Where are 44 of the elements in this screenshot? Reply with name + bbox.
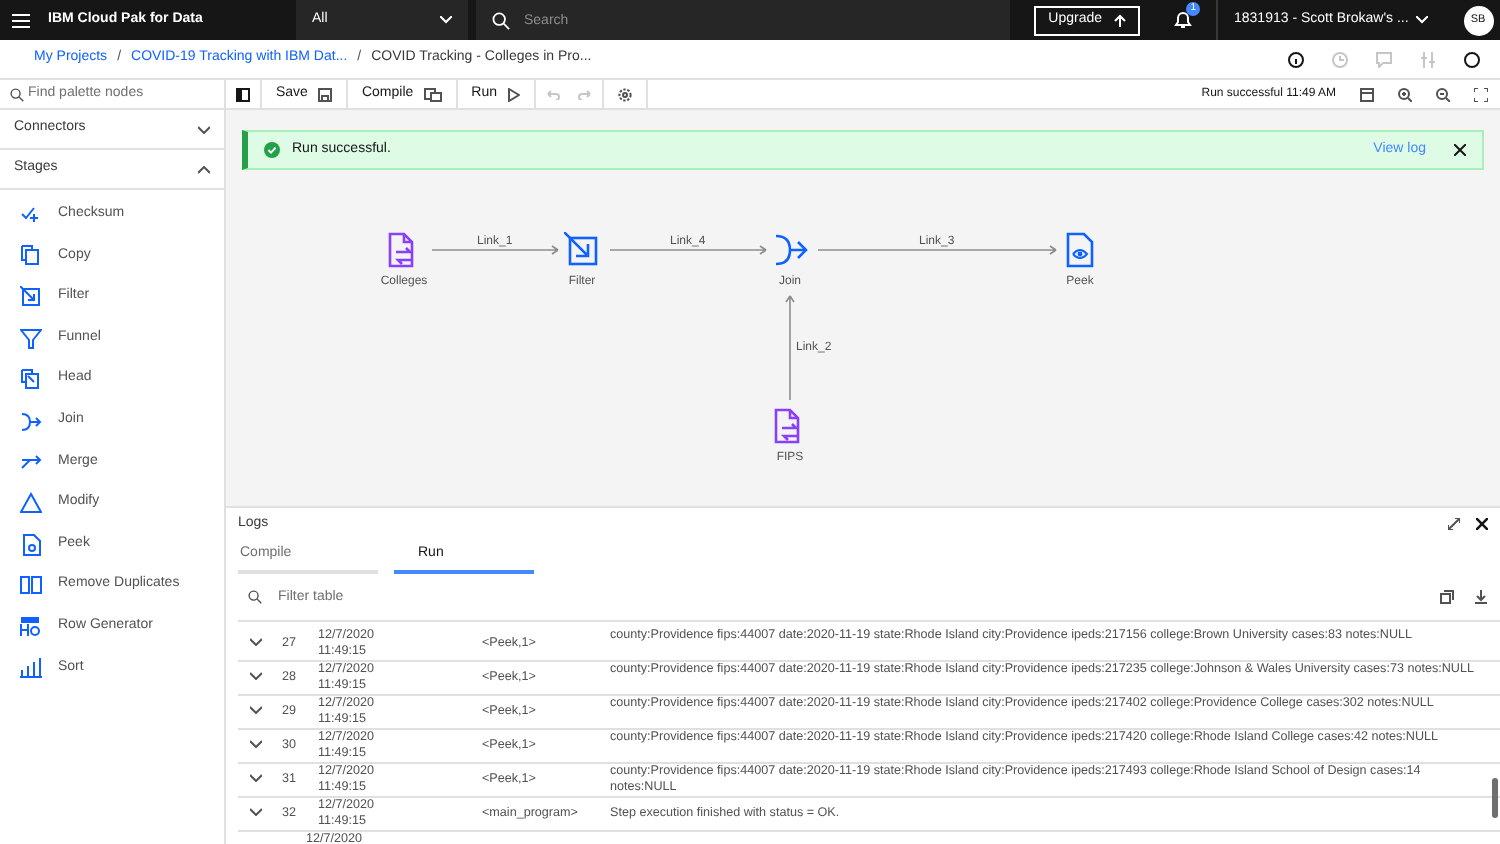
close-icon[interactable] xyxy=(1476,518,1488,530)
merge-arrow-icon xyxy=(20,450,42,473)
copy-icon xyxy=(20,244,42,267)
check-plus-icon xyxy=(20,203,42,226)
triangle-icon xyxy=(20,491,42,514)
chevron-down-icon xyxy=(440,16,452,24)
join-arrow-icon[interactable] xyxy=(772,232,808,268)
search-icon xyxy=(248,590,262,604)
document-eye-icon[interactable] xyxy=(1062,232,1098,268)
download-icon[interactable] xyxy=(1474,590,1488,604)
funnel-icon xyxy=(20,327,42,350)
chevron-down-icon[interactable] xyxy=(250,706,262,714)
chevron-down-icon xyxy=(198,125,210,133)
layout-icon[interactable] xyxy=(1360,87,1374,101)
search-icon xyxy=(492,11,510,29)
filter-box-icon xyxy=(20,285,42,308)
close-icon[interactable] xyxy=(1454,144,1466,156)
chevron-up-icon xyxy=(198,165,210,173)
bell-icon[interactable] xyxy=(1173,10,1191,30)
chevron-down-icon[interactable] xyxy=(250,740,262,748)
chevron-down-icon[interactable] xyxy=(250,638,262,646)
sliders-icon[interactable] xyxy=(1420,51,1436,67)
document-eye-icon xyxy=(20,533,42,556)
chevron-down-icon xyxy=(1416,16,1429,24)
chevron-down-icon[interactable] xyxy=(250,774,262,782)
chevron-down-icon[interactable] xyxy=(250,808,262,816)
zoom-in-icon[interactable] xyxy=(1398,87,1412,101)
zoom-out-icon[interactable] xyxy=(1436,87,1450,101)
info-icon[interactable] xyxy=(1288,51,1304,67)
scrollbar[interactable] xyxy=(1492,778,1498,818)
fit-icon[interactable] xyxy=(1474,87,1488,101)
arrow-up-icon xyxy=(1114,13,1126,27)
chevron-down-icon[interactable] xyxy=(250,672,262,680)
join-arrow-icon xyxy=(20,409,42,432)
copy-icon[interactable] xyxy=(1440,590,1454,604)
bar-chart-icon xyxy=(20,656,42,679)
checkmark-icon xyxy=(264,142,280,158)
search-icon xyxy=(10,87,24,101)
two-columns-icon xyxy=(20,574,42,597)
filter-box-icon[interactable] xyxy=(564,232,600,268)
expand-icon[interactable] xyxy=(1448,518,1460,530)
play-icon xyxy=(507,87,519,101)
stacked-squares-icon xyxy=(423,87,442,101)
document-stack-icon xyxy=(20,368,42,391)
